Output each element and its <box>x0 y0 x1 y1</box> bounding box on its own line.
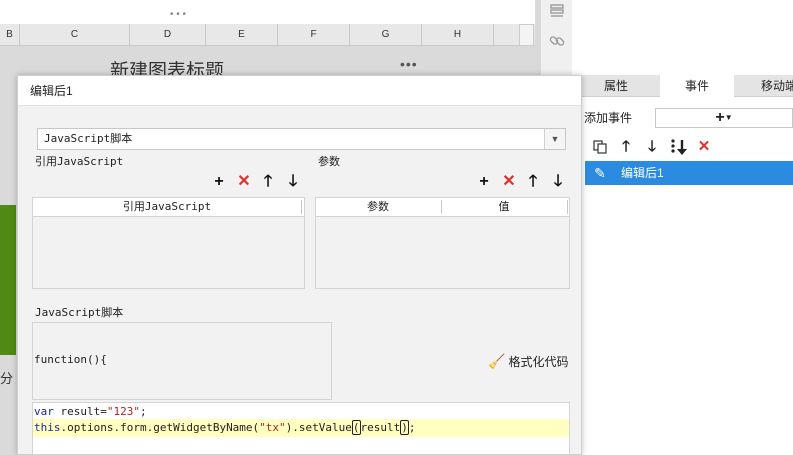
sheet-scroll-button[interactable] <box>519 24 534 46</box>
move-down-icon[interactable]: 🡓 <box>643 136 661 158</box>
column-header[interactable]: B <box>0 24 20 46</box>
add-param-button[interactable]: + <box>475 173 493 191</box>
move-down-ref-button[interactable]: 🡓 <box>284 173 302 191</box>
right-panel-tabs: 属性 事件 移动端 <box>580 75 793 97</box>
param-value-column-header[interactable]: 值 <box>442 198 566 216</box>
move-up-param-button[interactable]: 🡑 <box>524 173 542 191</box>
chart-menu-icon[interactable]: ••• <box>400 56 430 72</box>
code-line: this.options.form.getWidgetByName("tx").… <box>33 419 569 437</box>
param-grid[interactable]: 参数 值 <box>315 197 570 289</box>
code-token: this <box>34 421 61 434</box>
column-header[interactable]: F <box>278 24 350 46</box>
column-divider <box>301 200 302 214</box>
code-token: ) <box>400 420 409 435</box>
code-token: ).setValue <box>285 421 352 434</box>
code-token: result <box>360 421 401 434</box>
move-to-bottom-icon[interactable] <box>669 136 687 158</box>
move-up-icon[interactable]: 🡑 <box>617 136 635 158</box>
format-code-label: 格式化代码 <box>508 355 569 369</box>
code-token: var <box>34 405 54 418</box>
function-header: function(){ <box>34 353 107 366</box>
column-divider <box>567 200 568 214</box>
ref-js-column-header[interactable]: 引用JavaScript <box>33 198 301 216</box>
add-event-button[interactable]: +▼ <box>655 108 793 128</box>
side-icon-strip <box>540 0 572 75</box>
plus-icon: + <box>715 109 725 127</box>
chart-bar <box>0 205 16 355</box>
code-token: "tx" <box>259 421 286 434</box>
format-code-button[interactable]: 🧹 格式化代码 <box>488 351 572 371</box>
add-ref-button[interactable]: + <box>210 173 228 191</box>
js-section-label: JavaScript脚本 <box>35 306 124 319</box>
tab-properties[interactable]: 属性 <box>580 75 652 97</box>
script-type-select[interactable]: JavaScript脚本 ▼ <box>37 128 566 150</box>
chevron-down-icon[interactable]: ▼ <box>544 129 565 149</box>
column-header[interactable]: C <box>20 24 130 46</box>
delete-icon[interactable]: ✕ <box>695 136 713 158</box>
column-header[interactable]: G <box>350 24 422 46</box>
code-token: ( <box>351 420 361 435</box>
delete-param-button[interactable]: ✕ <box>500 173 518 191</box>
code-token: "123" <box>106 405 140 418</box>
dialog-title: 编辑后1 <box>30 84 73 98</box>
tab-mobile[interactable]: 移动端 <box>740 75 793 97</box>
column-header[interactable]: D <box>130 24 206 46</box>
sheet-top-bar <box>0 0 535 24</box>
chart-axis-label: 分 <box>0 371 14 386</box>
edit-pencil-icon: ✎ <box>594 165 606 181</box>
drag-grip-icon[interactable]: • • • <box>168 10 188 20</box>
ref-js-grid-header: 引用JavaScript <box>33 198 304 217</box>
move-down-param-button[interactable]: 🡓 <box>549 173 567 191</box>
column-header[interactable]: H <box>422 24 494 46</box>
move-up-ref-button[interactable]: 🡑 <box>259 173 277 191</box>
code-token: ; <box>408 421 416 434</box>
caret-down-icon: ▼ <box>724 113 733 122</box>
column-header[interactable]: E <box>206 24 278 46</box>
dialog-title-bar[interactable] <box>18 76 581 106</box>
layers-icon[interactable] <box>547 2 567 22</box>
code-token: ; <box>139 405 147 418</box>
link-icon[interactable] <box>547 32 567 52</box>
param-grid-header: 参数 值 <box>316 198 569 217</box>
ref-js-grid[interactable]: 引用JavaScript <box>32 197 305 289</box>
tab-events[interactable]: 事件 <box>660 75 734 97</box>
code-token: .options.form.getWidgetByName( <box>60 421 260 434</box>
code-editor[interactable]: var result="123"; this.options.form.getW… <box>32 402 570 455</box>
script-type-value: JavaScript脚本 <box>44 132 133 145</box>
event-list-item[interactable]: ✎ 编辑后1 <box>585 161 793 185</box>
copy-icon[interactable] <box>591 136 609 158</box>
brush-icon: 🧹 <box>488 353 506 369</box>
add-event-label: 添加事件 <box>584 111 633 125</box>
ref-js-section-label: 引用JavaScript <box>35 155 124 168</box>
delete-ref-button[interactable]: ✕ <box>235 173 253 191</box>
param-section-label: 参数 <box>318 156 340 168</box>
event-label: 编辑后1 <box>621 166 664 180</box>
column-header-row: B C D E F G H <box>0 24 535 46</box>
event-toolbar: 🡑 🡓 ✕ <box>585 136 793 158</box>
param-name-column-header[interactable]: 参数 <box>316 198 440 216</box>
code-token: result= <box>53 405 107 418</box>
